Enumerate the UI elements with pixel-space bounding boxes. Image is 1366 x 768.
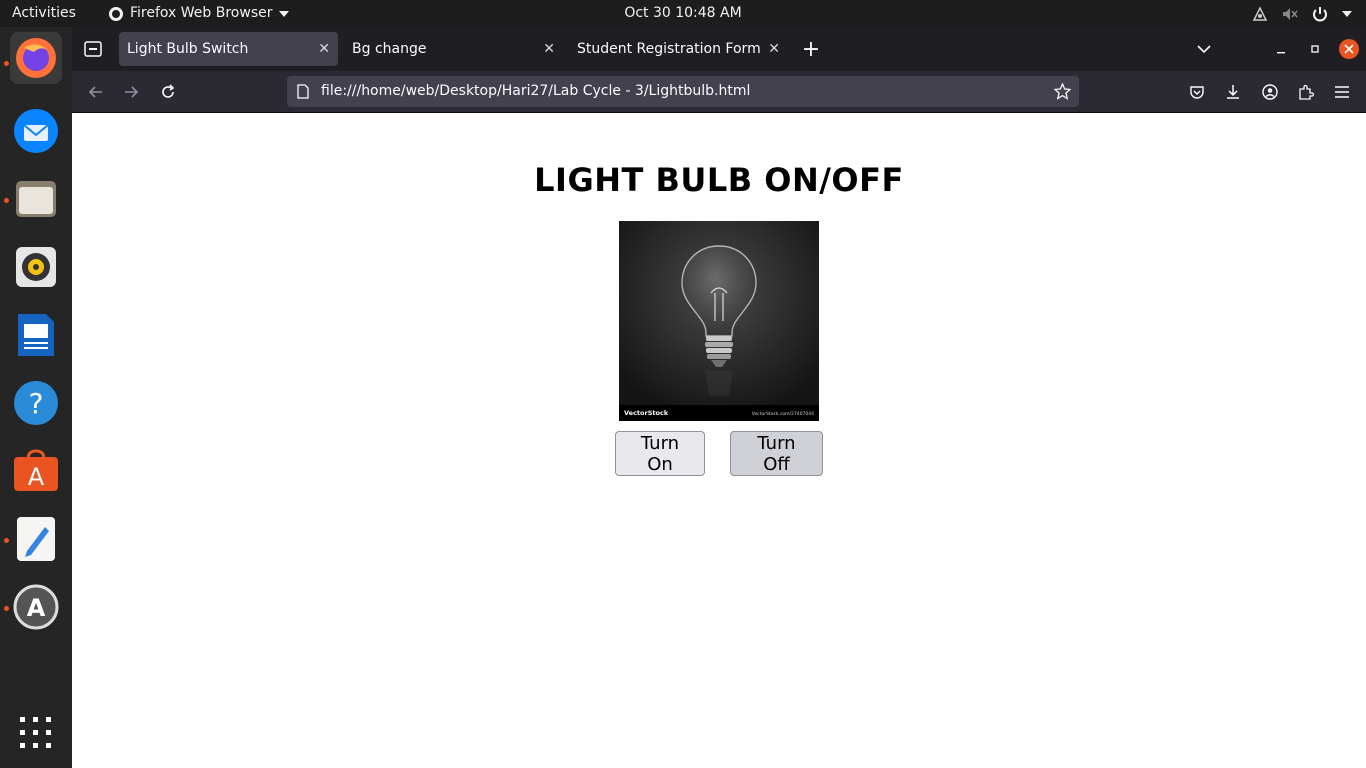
arrow-right-icon xyxy=(125,86,139,98)
tab-student-registration-form[interactable]: Student Registration Form ✕ xyxy=(569,32,788,66)
page-title: LIGHT BULB ON/OFF xyxy=(534,161,904,199)
turn-on-button[interactable]: Turn On xyxy=(615,431,705,476)
dock-firefox[interactable] xyxy=(10,32,62,84)
menu-button[interactable] xyxy=(1329,79,1355,105)
running-indicator xyxy=(4,606,9,611)
dock-app-center[interactable]: A xyxy=(10,445,62,497)
svg-text:A: A xyxy=(27,594,46,622)
url-bar[interactable]: file:///home/web/Desktop/Hari27/Lab Cycl… xyxy=(287,76,1079,107)
system-tray[interactable] xyxy=(1252,0,1352,27)
browser-window: Light Bulb Switch ✕ Bg change ✕ Student … xyxy=(72,27,1366,768)
account-button[interactable] xyxy=(1257,79,1283,105)
chevron-down-icon xyxy=(1197,45,1211,54)
back-button[interactable] xyxy=(83,79,109,105)
watermark-left: VectorStock xyxy=(624,409,669,417)
running-indicator xyxy=(4,538,9,543)
turn-off-button[interactable]: Turn Off xyxy=(730,431,823,476)
running-indicator xyxy=(4,198,9,203)
minimize-button[interactable] xyxy=(1268,36,1294,62)
watermark-right: VectorStock.com/27407044 xyxy=(752,411,814,417)
writer-icon xyxy=(18,314,54,356)
tab-bg-change[interactable]: Bg change ✕ xyxy=(344,32,563,66)
close-icon xyxy=(1339,39,1359,59)
dock-rhythmbox[interactable] xyxy=(10,241,62,293)
maximize-icon xyxy=(1311,45,1319,53)
dock-files[interactable] xyxy=(10,173,62,225)
clock[interactable]: Oct 30 10:48 AM xyxy=(624,5,741,21)
page-content: LIGHT BULB ON/OFF VectorStock VectorStoc… xyxy=(72,113,1366,768)
new-tab-button[interactable]: + xyxy=(798,36,824,62)
light-bulb-image: VectorStock VectorStock.com/27407044 xyxy=(619,221,819,421)
dock-writer[interactable] xyxy=(10,309,62,361)
navigation-toolbar: file:///home/web/Desktop/Hari27/Lab Cycl… xyxy=(72,71,1366,113)
downloads-button[interactable] xyxy=(1220,79,1246,105)
puzzle-icon xyxy=(1299,84,1314,100)
help-icon: ? xyxy=(14,381,58,425)
thunderbird-icon xyxy=(14,109,58,153)
dock-thunderbird[interactable] xyxy=(10,105,62,157)
pocket-button[interactable] xyxy=(1184,79,1210,105)
tab-label: Student Registration Form xyxy=(577,41,761,57)
firefox-small-icon xyxy=(109,6,123,21)
activities-button[interactable]: Activities xyxy=(12,0,76,27)
close-icon[interactable]: ✕ xyxy=(318,32,330,66)
files-icon xyxy=(16,181,56,217)
close-window-button[interactable] xyxy=(1336,36,1362,62)
update-icon: A xyxy=(13,584,59,630)
dock-show-apps[interactable] xyxy=(10,707,62,759)
tab-strip: Light Bulb Switch ✕ Bg change ✕ Student … xyxy=(72,27,1366,71)
close-icon[interactable]: ✕ xyxy=(768,32,780,66)
firefox-icon xyxy=(16,38,56,78)
chevron-down-icon xyxy=(278,10,289,17)
firefox-view-button[interactable] xyxy=(80,36,106,62)
app-center-icon: A xyxy=(14,449,58,491)
app-menu[interactable]: Firefox Web Browser xyxy=(108,0,289,27)
hamburger-menu-icon xyxy=(1335,86,1349,98)
close-icon[interactable]: ✕ xyxy=(543,32,555,66)
top-bar: Activities Firefox Web Browser Oct 30 10… xyxy=(0,0,1366,27)
url-text: file:///home/web/Desktop/Hari27/Lab Cycl… xyxy=(321,83,751,99)
show-apps-icon xyxy=(20,717,51,748)
minimize-icon xyxy=(1277,52,1285,54)
reload-icon xyxy=(162,84,175,98)
dock-text-editor[interactable] xyxy=(10,513,62,565)
app-menu-label: Firefox Web Browser xyxy=(130,5,273,21)
chevron-down-icon xyxy=(1342,10,1352,17)
rhythmbox-icon xyxy=(16,247,56,287)
star-icon[interactable] xyxy=(1054,83,1071,100)
extensions-button[interactable] xyxy=(1293,79,1319,105)
text-editor-icon xyxy=(17,517,55,561)
svg-text:?: ? xyxy=(29,387,44,420)
light-bulb-icon: VectorStock VectorStock.com/27407044 xyxy=(619,221,819,421)
page-icon xyxy=(297,84,309,99)
running-indicator xyxy=(4,61,9,66)
reload-button[interactable] xyxy=(155,79,181,105)
dock-update[interactable]: A xyxy=(10,581,62,633)
forward-button[interactable] xyxy=(118,79,144,105)
tab-light-bulb-switch[interactable]: Light Bulb Switch ✕ xyxy=(119,32,338,66)
list-all-tabs-button[interactable] xyxy=(1191,36,1217,62)
pocket-icon xyxy=(1190,86,1204,99)
tab-label: Bg change xyxy=(352,41,427,57)
volume-muted-icon xyxy=(1283,7,1298,20)
network-icon xyxy=(1252,5,1268,21)
dock: ? A A xyxy=(0,27,72,768)
maximize-button[interactable] xyxy=(1302,36,1328,62)
account-icon xyxy=(1262,84,1278,100)
download-icon xyxy=(1227,85,1239,99)
dock-help[interactable]: ? xyxy=(10,377,62,429)
firefox-view-icon xyxy=(84,41,102,57)
svg-text:A: A xyxy=(28,463,45,491)
tab-label: Light Bulb Switch xyxy=(127,41,249,57)
power-icon xyxy=(1313,6,1327,21)
arrow-left-icon xyxy=(88,86,102,98)
